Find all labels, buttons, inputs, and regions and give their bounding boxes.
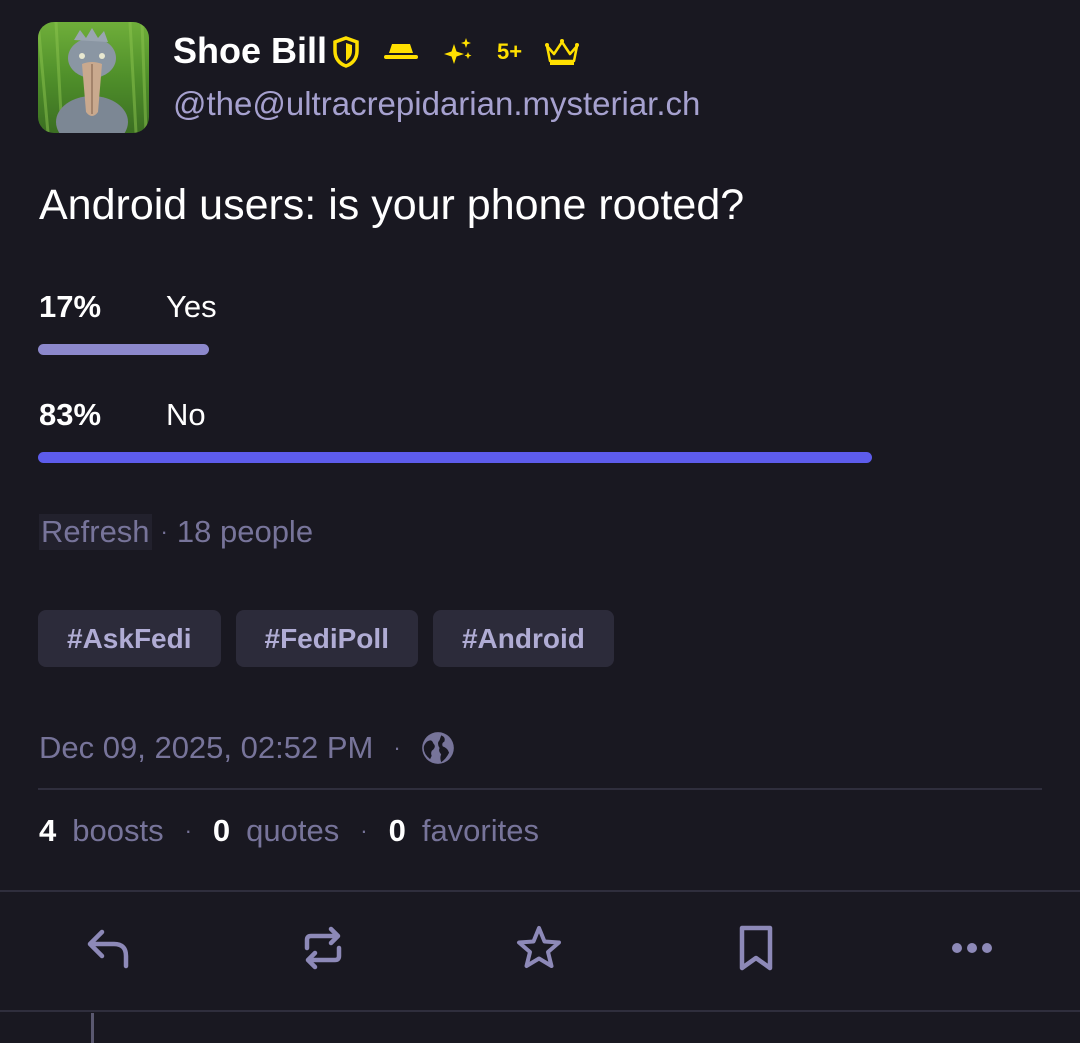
post-stats: 4 boosts · 0 quotes · 0 favorites bbox=[39, 810, 539, 852]
display-name[interactable]: Shoe Bill bbox=[173, 30, 327, 72]
poll-option-label: Yes bbox=[166, 289, 217, 324]
poll-option-percent: 17% bbox=[39, 289, 102, 324]
post-timestamp[interactable]: Dec 09, 2025, 02:52 PM bbox=[39, 730, 373, 766]
account-handle[interactable]: @the@ultracrepidarian.mysteriar.ch bbox=[173, 85, 700, 123]
shoebill-photo bbox=[38, 22, 149, 133]
separator: · bbox=[393, 735, 401, 760]
more-icon bbox=[952, 943, 992, 953]
globe-icon bbox=[419, 729, 457, 767]
separator: · bbox=[160, 519, 168, 544]
thread-line bbox=[91, 1013, 94, 1043]
reply-icon bbox=[87, 929, 129, 969]
count-badge: 5+ bbox=[497, 39, 523, 64]
poll-footer: Refresh · 18 people bbox=[39, 511, 313, 553]
divider bbox=[38, 788, 1042, 790]
hashtag-chip[interactable]: #AskFedi bbox=[38, 610, 221, 667]
hashtag-chip[interactable]: #Android bbox=[432, 610, 614, 667]
quotes-count[interactable]: 0 bbox=[213, 813, 230, 849]
post-meta: Dec 09, 2025, 02:52 PM · bbox=[39, 726, 457, 770]
quotes-label[interactable]: quotes bbox=[246, 813, 339, 849]
boost-icon bbox=[304, 926, 342, 970]
boost-button[interactable] bbox=[293, 918, 353, 978]
poll-option-percent: 83% bbox=[39, 397, 102, 432]
poll-option-bar bbox=[38, 344, 209, 355]
boosts-label[interactable]: boosts bbox=[72, 813, 163, 849]
hashtag-list: #AskFedi #FediPoll #Android bbox=[38, 610, 629, 667]
favorites-count[interactable]: 0 bbox=[389, 813, 406, 849]
separator: · bbox=[360, 818, 368, 843]
shield-icon bbox=[332, 36, 360, 68]
action-bar bbox=[0, 918, 1080, 978]
poll-option-bar bbox=[38, 452, 872, 463]
divider bbox=[0, 1010, 1080, 1012]
hat-icon bbox=[383, 42, 419, 62]
voter-count: 18 people bbox=[176, 514, 314, 549]
star-icon bbox=[517, 926, 561, 968]
boosts-count[interactable]: 4 bbox=[39, 813, 56, 849]
post-text: Android users: is your phone rooted? bbox=[39, 181, 745, 229]
separator: · bbox=[184, 818, 192, 843]
bookmark-icon bbox=[739, 925, 773, 971]
poll-option-label: No bbox=[166, 397, 206, 432]
bookmark-button[interactable] bbox=[726, 918, 786, 978]
crown-icon bbox=[544, 37, 580, 67]
favorite-button[interactable] bbox=[509, 918, 569, 978]
sparkles-icon bbox=[442, 36, 474, 68]
badge-row: 5+ bbox=[332, 32, 603, 72]
favorites-label[interactable]: favorites bbox=[422, 813, 539, 849]
more-button[interactable] bbox=[942, 918, 1002, 978]
reply-button[interactable] bbox=[78, 918, 138, 978]
divider bbox=[0, 890, 1080, 892]
refresh-button[interactable]: Refresh bbox=[39, 514, 152, 550]
hashtag-chip[interactable]: #FediPoll bbox=[235, 610, 418, 667]
avatar[interactable] bbox=[38, 22, 149, 133]
